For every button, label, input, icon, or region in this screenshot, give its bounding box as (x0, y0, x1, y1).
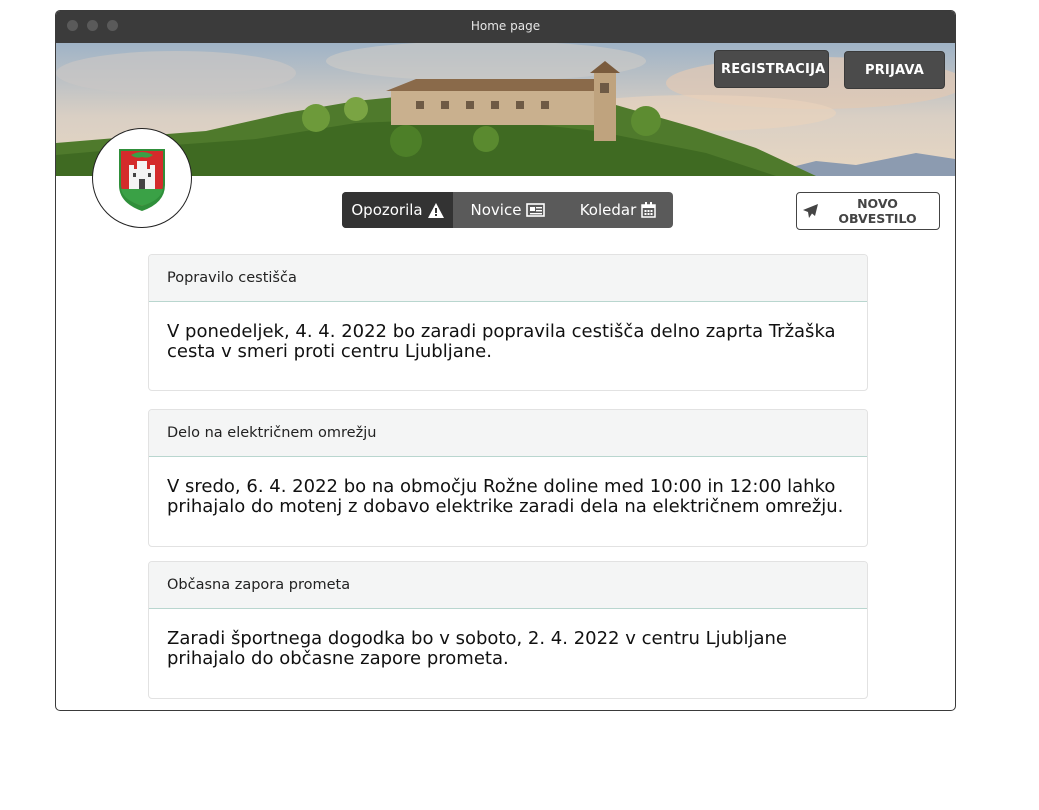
new-notice-button[interactable]: NOVO OBVESTILO (796, 192, 940, 230)
window-title: Home page (470, 19, 541, 33)
browser-window: Home page REGISTRACIJA PRIJAVA Opozorila… (55, 10, 956, 711)
register-button[interactable]: REGISTRACIJA (714, 50, 829, 88)
title-bar: Home page (56, 11, 955, 43)
tab-label: Opozorila (351, 201, 423, 219)
tab-label: Novice (470, 201, 522, 219)
tab-koledar[interactable]: Koledar (563, 192, 673, 228)
paper-plane-icon (803, 204, 818, 218)
notice-card: Občasna zapora prometa Zaradi športnega … (148, 561, 868, 699)
tab-novice[interactable]: Novice (453, 192, 563, 228)
newspaper-icon (526, 203, 546, 217)
notice-title: Občasna zapora prometa (149, 562, 867, 609)
section-tabs: Opozorila Novice Koledar (342, 192, 673, 228)
calendar-icon (641, 202, 657, 218)
ljubljana-coat-of-arms-logo (92, 128, 192, 228)
new-notice-label: NOVO OBVESTILO (838, 196, 917, 226)
coat-of-arms-icon (119, 149, 165, 211)
notice-title: Popravilo cestišča (149, 255, 867, 302)
notice-title: Delo na električnem omrežju (149, 410, 867, 457)
notice-body: Zaradi športnega dogodka bo v soboto, 2.… (167, 628, 787, 669)
tab-label: Koledar (579, 201, 637, 219)
notice-body: V ponedeljek, 4. 4. 2022 bo zaradi popra… (167, 321, 836, 362)
notice-card: Popravilo cestišča V ponedeljek, 4. 4. 2… (148, 254, 868, 391)
tab-opozorila[interactable]: Opozorila (342, 192, 453, 228)
notice-card: Delo na električnem omrežju V sredo, 6. … (148, 409, 868, 547)
warning-icon (427, 202, 444, 218)
login-button[interactable]: PRIJAVA (844, 51, 945, 89)
notice-body: V sredo, 6. 4. 2022 bo na območju Rožne … (167, 476, 844, 517)
